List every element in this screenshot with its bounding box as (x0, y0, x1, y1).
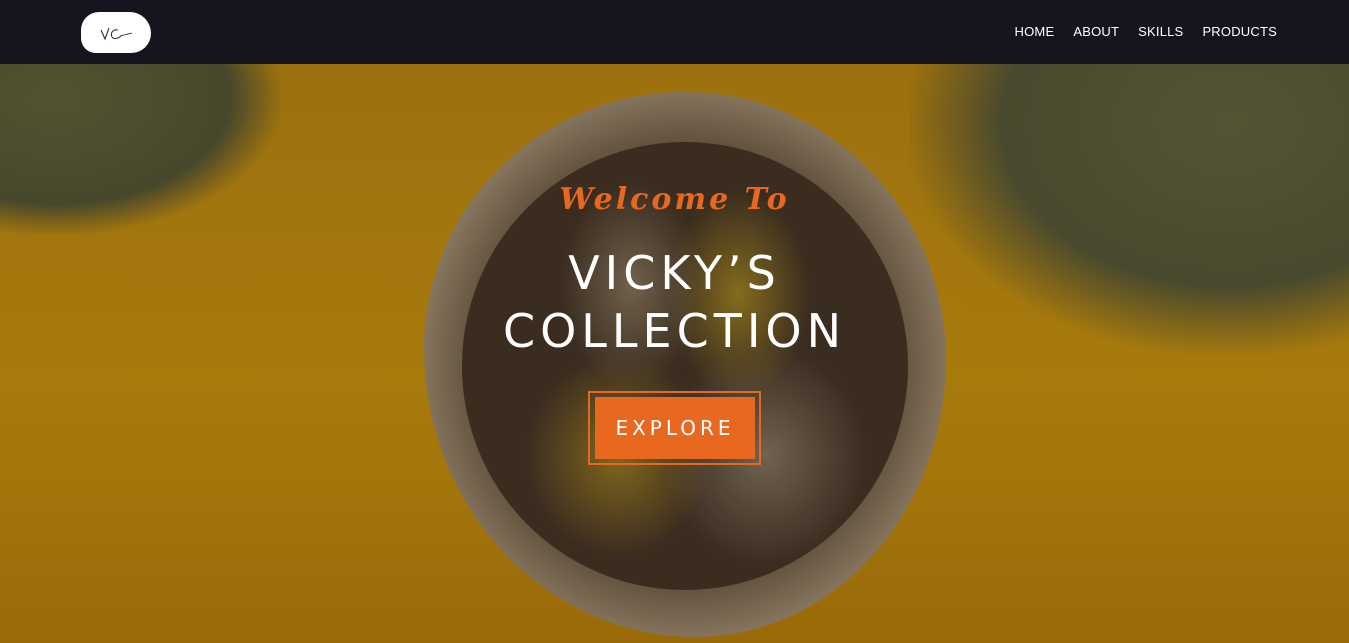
signature-logo-icon (100, 27, 133, 40)
hero-welcome-text: Welcome To (559, 182, 790, 217)
explore-button-frame: EXPLORE (588, 391, 761, 465)
nav-link-about[interactable]: ABOUT (1073, 24, 1119, 39)
hero-section: Welcome To VICKY’S COLLECTION EXPLORE (0, 64, 1349, 643)
nav-link-home[interactable]: HOME (1015, 24, 1055, 39)
main-nav: HOME ABOUT SKILLS PRODUCTS (1015, 0, 1277, 64)
hero-content: Welcome To VICKY’S COLLECTION EXPLORE (0, 64, 1349, 643)
navbar: HOME ABOUT SKILLS PRODUCTS (0, 0, 1349, 64)
site-logo[interactable] (81, 12, 151, 53)
explore-button[interactable]: EXPLORE (595, 397, 755, 459)
hero-title-line-2: COLLECTION (502, 304, 847, 358)
nav-link-products[interactable]: PRODUCTS (1202, 24, 1277, 39)
hero-title-line-1: VICKY’S (568, 246, 781, 300)
nav-link-skills[interactable]: SKILLS (1138, 24, 1183, 39)
